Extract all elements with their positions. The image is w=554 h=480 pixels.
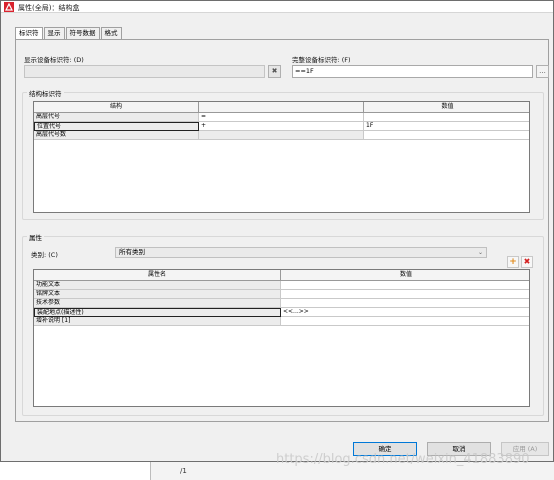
table-row[interactable]: 技术参数 [34,299,529,308]
table-row[interactable]: 装配地点(描述性) <<...>> [34,308,529,317]
properties-table-header: 属性名 数值 [34,270,529,281]
property-name-cell: 铭牌文本 [34,290,281,299]
tab-panel: 显示设备标识符: (D) ✖ 完整设备标识符: (F) ==1F ... 结构标… [15,39,549,422]
properties-group: 属性 类别: (C) 所有类别 ⌄ + ✖ 属性名 数值 功能文本 铭牌文本 技… [22,232,544,416]
properties-group-title: 属性 [27,232,44,242]
structure-table-header: 结构 数值 [34,102,529,113]
app-logo-icon [4,2,14,12]
structure-prefix-cell [199,131,364,140]
column-header [199,102,364,113]
property-value-cell[interactable] [281,281,529,290]
tab-format[interactable]: 格式 [100,27,122,39]
property-name-cell: 功能文本 [34,281,281,290]
structure-value-cell[interactable] [364,113,529,122]
structure-table: 结构 数值 高层代号 = 位置代号 + 1F 高层代号数 [33,101,530,213]
tab-symbol-data[interactable]: 符号数据 [65,27,100,39]
properties-dialog: 属性(全局)：结构盒 标识符 显示 符号数据 格式 显示设备标识符: (D) ✖… [0,0,554,462]
structure-name-cell: 位置代号 [34,122,199,131]
table-row[interactable]: 位置代号 + 1F [34,122,529,131]
category-select-value: 所有类别 [119,248,145,256]
property-value-cell[interactable] [281,317,529,326]
structure-name-cell: 高层代号 [34,113,199,122]
clear-icon[interactable]: ✖ [268,65,281,78]
column-header: 属性名 [34,270,281,281]
property-name-cell: 增补说明 [1] [34,317,281,326]
tab-display[interactable]: 显示 [43,27,65,39]
category-label: 类别: (C) [31,251,58,259]
display-identifier-label: 显示设备标识符: (D) [24,56,84,64]
structure-name-cell: 高层代号数 [34,131,199,140]
column-header: 数值 [364,102,529,113]
category-select[interactable]: 所有类别 ⌄ [115,247,487,258]
title-bar: 属性(全局)：结构盒 [1,1,553,13]
column-header: 数值 [281,270,529,281]
property-value-cell[interactable] [281,299,529,308]
display-identifier-field [24,65,265,78]
property-name-cell: 装配地点(描述性) [34,308,281,317]
window-title: 属性(全局)：结构盒 [18,4,80,12]
property-value-cell[interactable] [281,290,529,299]
structure-identifier-group: 结构标识符 结构 数值 高层代号 = 位置代号 + 1F 高层代号数 [22,88,544,220]
table-row[interactable]: 高层代号数 [34,131,529,140]
full-identifier-field[interactable]: ==1F [292,65,533,78]
table-row[interactable]: 功能文本 [34,281,529,290]
structure-value-cell[interactable] [364,131,529,140]
structure-group-title: 结构标识符 [27,88,64,98]
structure-prefix-cell: + [199,122,364,131]
add-icon[interactable]: + [507,256,519,268]
chevron-down-icon: ⌄ [477,249,483,256]
browse-button[interactable]: ... [536,65,549,78]
property-name-cell: 技术参数 [34,299,281,308]
full-identifier-label: 完整设备标识符: (F) [292,56,351,64]
table-row[interactable]: 铭牌文本 [34,290,529,299]
background-text: /1 [180,467,187,475]
property-value-cell[interactable]: <<...>> [281,308,529,317]
watermark-text: https://blog.csdn.net/weixin_41883890 [276,452,530,467]
properties-table: 属性名 数值 功能文本 铭牌文本 技术参数 装配地点(描述性) <<...>> … [33,269,530,407]
structure-prefix-cell: = [199,113,364,122]
table-row[interactable]: 增补说明 [1] [34,317,529,326]
delete-icon[interactable]: ✖ [521,256,533,268]
column-header: 结构 [34,102,199,113]
table-row[interactable]: 高层代号 = [34,113,529,122]
structure-value-cell[interactable]: 1F [364,122,529,131]
